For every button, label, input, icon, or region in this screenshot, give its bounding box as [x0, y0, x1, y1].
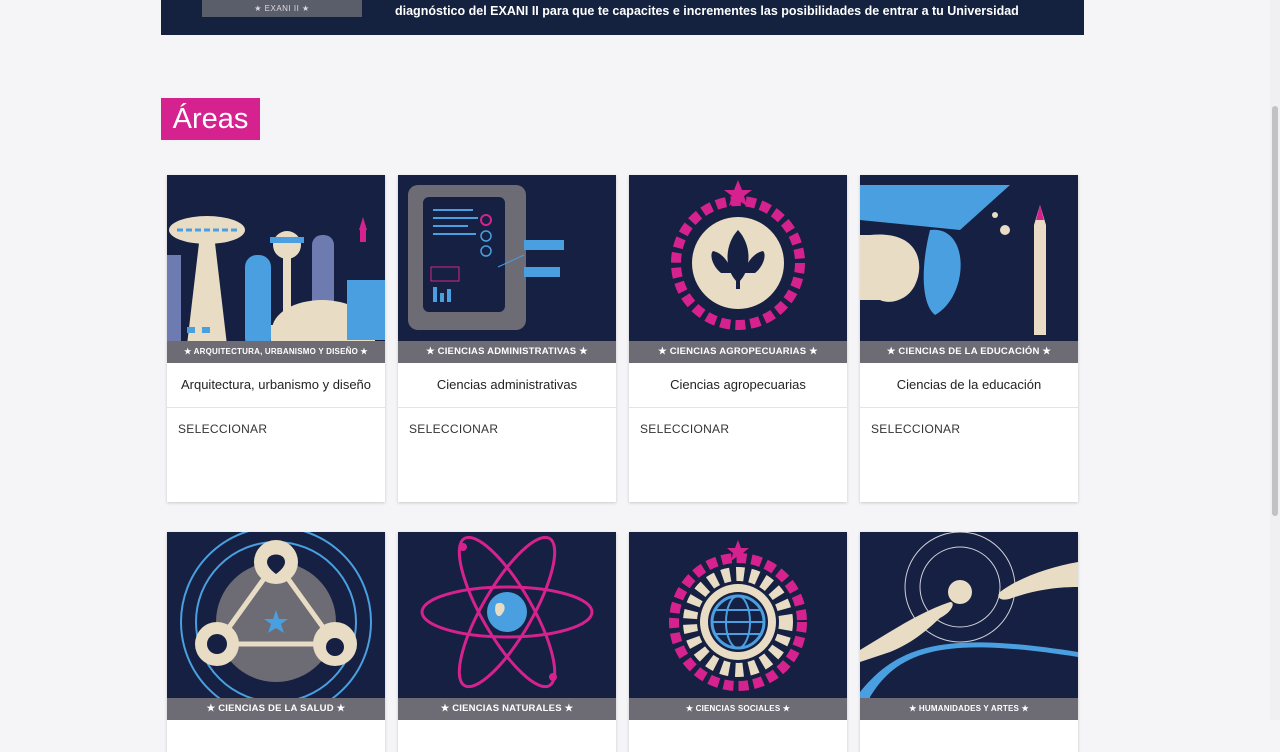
area-name: Ciencias agropecuarias — [629, 363, 847, 408]
area-card-naturales[interactable]: ★ CIENCIAS NATURALES ★ — [398, 532, 616, 752]
leaf-icon: ★ CIENCIAS AGROPECUARIAS ★ — [629, 175, 847, 363]
area-ribbon: ★ CIENCIAS AGROPECUARIAS ★ — [629, 341, 847, 363]
select-button[interactable]: SELECCIONAR — [409, 422, 616, 436]
area-card-humanidades[interactable]: ★ HUMANIDADES Y ARTES ★ — [860, 532, 1078, 752]
area-name: Ciencias de la educación — [860, 363, 1078, 408]
area-ribbon: ★ HUMANIDADES Y ARTES ★ — [860, 698, 1078, 720]
select-button[interactable]: SELECCIONAR — [871, 422, 1078, 436]
globe-gear-icon: ★ CIENCIAS SOCIALES ★ — [629, 532, 847, 720]
banner-tagline: diagnóstico del EXANI II para que te cap… — [395, 4, 1019, 18]
area-name: Ciencias administrativas — [398, 363, 616, 408]
area-card-salud[interactable]: ★ CIENCIAS DE LA SALUD ★ — [167, 532, 385, 752]
city-icon: ★ ARQUITECTURA, URBANISMO Y DISEÑO ★ — [167, 175, 385, 363]
area-card-educacion[interactable]: ★ CIENCIAS DE LA EDUCACIÓN ★ Ciencias de… — [860, 175, 1078, 502]
area-ribbon: ★ ARQUITECTURA, URBANISMO Y DISEÑO ★ — [167, 341, 385, 363]
health-icon: ★ CIENCIAS DE LA SALUD ★ — [167, 532, 385, 720]
tablet-icon: ★ CIENCIAS ADMINISTRATIVAS ★ — [398, 175, 616, 363]
area-ribbon: ★ CIENCIAS DE LA SALUD ★ — [167, 698, 385, 720]
graduate-icon: ★ CIENCIAS DE LA EDUCACIÓN ★ — [860, 175, 1078, 363]
area-ribbon: ★ CIENCIAS SOCIALES ★ — [629, 698, 847, 720]
area-ribbon: ★ CIENCIAS ADMINISTRATIVAS ★ — [398, 341, 616, 363]
area-card-agropecuarias[interactable]: ★ CIENCIAS AGROPECUARIAS ★ Ciencias agro… — [629, 175, 847, 502]
area-ribbon: ★ CIENCIAS NATURALES ★ — [398, 698, 616, 720]
area-card-sociales[interactable]: ★ CIENCIAS SOCIALES ★ — [629, 532, 847, 752]
exani-logo: ★ EXANI II ★ — [202, 0, 362, 17]
select-button[interactable]: SELECCIONAR — [640, 422, 847, 436]
section-title: Áreas — [161, 98, 260, 140]
area-card-arquitectura[interactable]: ★ ARQUITECTURA, URBANISMO Y DISEÑO ★ Arq… — [167, 175, 385, 502]
hands-icon: ★ HUMANIDADES Y ARTES ★ — [860, 532, 1078, 720]
atom-icon: ★ CIENCIAS NATURALES ★ — [398, 532, 616, 720]
scrollbar-thumb[interactable] — [1272, 106, 1278, 516]
area-ribbon: ★ CIENCIAS DE LA EDUCACIÓN ★ — [860, 341, 1078, 363]
area-card-administrativas[interactable]: ★ CIENCIAS ADMINISTRATIVAS ★ Ciencias ad… — [398, 175, 616, 502]
top-banner: ★ EXANI II ★ diagnóstico del EXANI II pa… — [161, 0, 1084, 35]
select-button[interactable]: SELECCIONAR — [178, 422, 385, 436]
area-name: Arquitectura, urbanismo y diseño — [167, 363, 385, 408]
